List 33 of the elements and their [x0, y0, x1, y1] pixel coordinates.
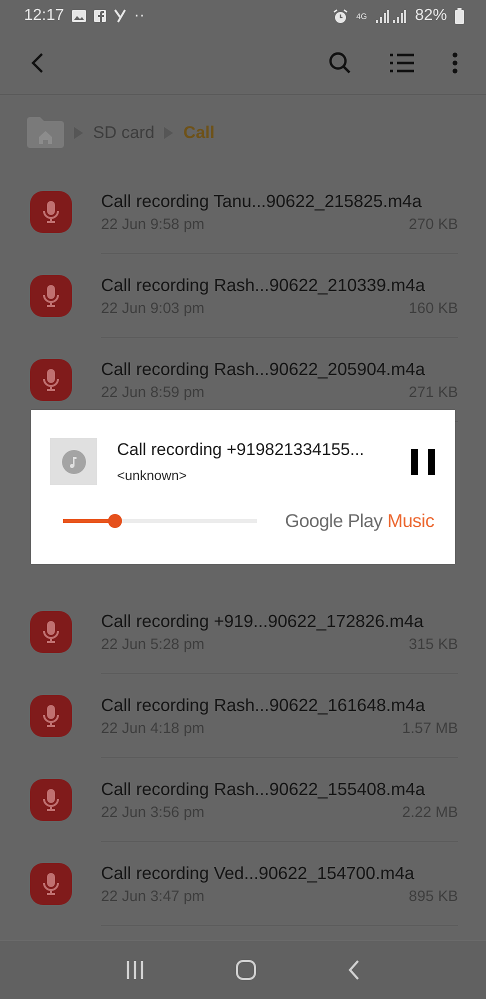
microphone-icon — [30, 611, 72, 653]
microphone-icon — [30, 191, 72, 233]
file-name[interactable]: Call recording +919...90622_172826.m4a — [101, 610, 458, 632]
microphone-icon — [30, 863, 72, 905]
album-art-icon — [50, 438, 97, 485]
file-name[interactable]: Call recording Rash...90622_210339.m4a — [101, 274, 458, 296]
alarm-icon — [333, 8, 348, 24]
seek-thumb[interactable] — [108, 514, 122, 528]
network-type: 4G — [356, 12, 367, 20]
microphone-icon — [30, 779, 72, 821]
file-name[interactable]: Call recording Ved...90622_154700.m4a — [101, 862, 458, 884]
file-name[interactable]: Call recording Rash...90622_155408.m4a — [101, 778, 458, 800]
notification-icon — [114, 9, 126, 23]
file-name[interactable]: Call recording Tanu...90622_215825.m4a — [101, 190, 458, 212]
microphone-icon — [30, 359, 72, 401]
battery-level: 82% — [414, 7, 447, 25]
gallery-icon — [72, 10, 86, 22]
battery-icon — [455, 8, 464, 24]
microphone-icon — [30, 275, 72, 317]
track-artist: <unknown> — [117, 468, 188, 483]
status-time: 12:17 — [24, 7, 64, 25]
signal-icon — [374, 10, 407, 22]
back-icon[interactable] — [30, 52, 44, 74]
more-notifications: ·· — [134, 7, 145, 25]
microphone-icon — [30, 695, 72, 737]
more-icon[interactable] — [452, 52, 458, 74]
home-folder-icon[interactable] — [27, 117, 64, 148]
track-title: Call recording +919821334155... — [117, 440, 366, 460]
pause-button[interactable] — [411, 448, 435, 474]
file-name[interactable]: Call recording Rash...90622_161648.m4a — [101, 694, 458, 716]
facebook-icon — [94, 10, 106, 22]
app-logo-text: Google Play Music — [285, 510, 434, 532]
file-name[interactable]: Call recording Rash...90622_205904.m4a — [101, 358, 458, 380]
